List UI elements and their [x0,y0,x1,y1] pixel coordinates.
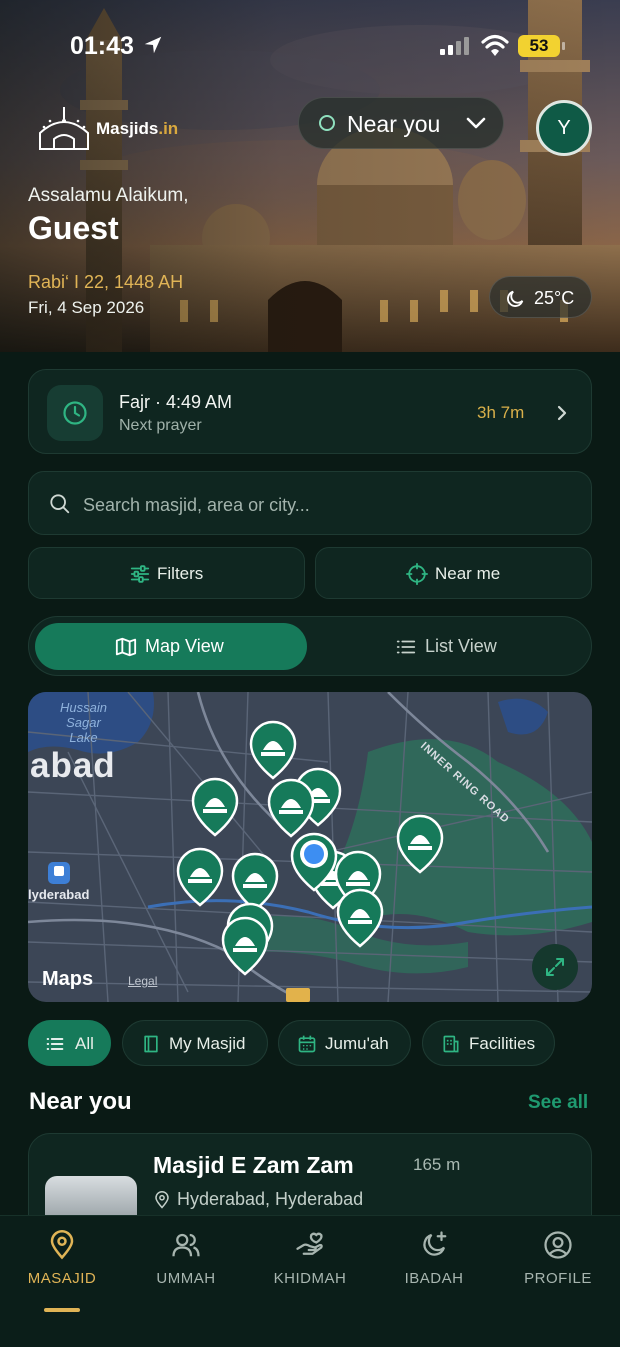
masjid-name: Masjid E Zam Zam [153,1152,354,1178]
see-all-link[interactable]: See all [528,1092,588,1114]
greeting: Assalamu Alaikum, [28,185,189,206]
crosshair-icon [406,563,428,585]
hijri-date: Rabi‘ I 22, 1448 AH [28,272,184,292]
battery-indicator: 53 [518,35,565,57]
list-view-label: List View [425,636,497,656]
profile-icon [544,1231,572,1259]
location-arrow-icon [144,36,162,54]
tab-ummah-label: UMMAH [156,1270,216,1287]
avatar[interactable]: Y [536,100,592,156]
tab-ibadah[interactable]: IBADAH [372,1230,496,1310]
section-title: Near you [29,1088,132,1115]
list-icon [46,1038,64,1050]
search-bar[interactable]: Search masjid, area or city... [28,471,592,535]
masjid-map[interactable]: Hussain Sagar Lake abad lyderabad INNER … [28,692,592,1002]
expand-map-button[interactable] [532,944,578,990]
gregorian-date: Fri, 4 Sep 2026 [28,298,145,317]
lake-label: Hussain Sagar Lake [60,700,107,745]
brand-tld: .in [158,119,179,138]
bottom-tab-bar: MASAJID UMMAH KHIDMAH IBADAH PROFILE [0,1215,620,1347]
users-icon [172,1233,200,1257]
user-name: Guest [28,210,119,246]
next-prayer-countdown: 3h 7m [477,403,525,422]
chevron-right-icon [557,405,567,421]
book-icon [144,1035,158,1053]
chip-jumuah-label: Jumu'ah [325,1034,389,1053]
near-me-button[interactable]: Near me [315,547,592,599]
mosque-logo-icon [39,107,89,150]
next-prayer-name: Fajr · 4:49 AM [119,392,233,412]
map-canvas [28,692,592,1002]
search-icon [50,494,70,514]
view-toggle: Map View List View [28,616,592,676]
search-input[interactable]: Search masjid, area or city... [83,495,310,516]
filters-button[interactable]: Filters [28,547,305,599]
masjids-logo[interactable]: Masjids.in [34,105,194,153]
masjid-address: Hyderabad, Hyderabad [177,1189,364,1209]
sliders-icon [130,565,150,583]
station-label: lyderabad [28,887,90,902]
map-icon [115,637,137,657]
map-view-tab[interactable]: Map View [35,623,307,670]
tab-ummah[interactable]: UMMAH [124,1230,248,1310]
maps-attribution-text: Maps [42,968,94,990]
cellular-signal-icon [440,37,469,55]
map-view-label: Map View [145,636,224,656]
tab-masajid[interactable]: MASAJID [0,1230,124,1312]
expand-icon [546,958,564,976]
location-selector[interactable]: Near you [298,97,504,149]
chevron-down-icon [466,117,486,129]
wifi-icon [481,34,509,56]
chip-facilities[interactable]: Facilities [422,1020,555,1066]
chip-my-masjid-label: My Masjid [169,1034,246,1053]
tab-profile-label: PROFILE [524,1270,592,1287]
legal-link[interactable]: Legal [128,974,157,988]
masjid-distance: 165 m [413,1155,461,1174]
hero-header: 01:43 53 Masjids.in Near you Y Assalamu … [0,0,620,352]
calendar-icon [298,1035,316,1053]
chip-jumuah[interactable]: Jumu'ah [278,1020,411,1066]
moon-icon [507,290,524,307]
location-pin-icon [50,1230,74,1260]
status-bar: 01:43 53 [0,28,620,68]
helping-hand-icon [296,1232,323,1255]
tab-profile[interactable]: PROFILE [496,1230,620,1310]
prayer-icon-box [47,385,103,441]
list-view-tab[interactable]: List View [315,623,587,670]
city-label: abad [30,746,116,785]
chip-all[interactable]: All [28,1020,111,1066]
tab-khidmah-label: KHIDMAH [273,1270,347,1287]
filters-label: Filters [157,564,204,583]
near-me-label: Near me [435,564,501,583]
chip-facilities-label: Facilities [469,1034,536,1053]
chip-my-masjid[interactable]: My Masjid [122,1020,268,1066]
location-dot-icon [319,115,335,131]
weather-badge[interactable]: 25°C [489,276,592,318]
brand-name-text: Masjids [96,119,159,138]
next-prayer-card[interactable]: Fajr · 4:49 AM Next prayer 3h 7m [28,369,592,454]
clock-icon [63,401,87,425]
tab-khidmah[interactable]: KHIDMAH [248,1230,372,1310]
status-time: 01:43 [70,32,134,60]
next-prayer-subtitle: Next prayer [119,417,202,434]
active-tab-indicator [44,1308,80,1312]
location-selector-label: Near you [347,111,441,137]
list-icon [396,640,416,654]
chip-all-label: All [75,1034,94,1053]
tab-masajid-label: MASAJID [27,1270,97,1287]
apple-maps-attribution: Maps [42,968,93,991]
temperature: 25°C [534,288,575,308]
moon-star-icon [423,1231,447,1256]
building-icon [443,1035,459,1053]
location-pin-icon [155,1191,169,1209]
tab-ibadah-label: IBADAH [404,1270,464,1287]
brand-name: Masjids.in [96,119,178,139]
